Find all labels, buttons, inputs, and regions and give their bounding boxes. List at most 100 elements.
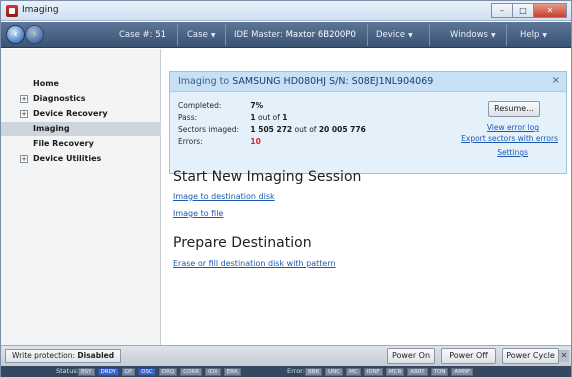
register-error-idnf: IDNF	[363, 368, 383, 376]
write-protection-value: Disabled	[77, 351, 115, 360]
register-error-ton: TON	[430, 368, 449, 376]
write-protection-label: Write protection:	[12, 351, 76, 360]
register-error-mcr: MCR	[385, 368, 405, 376]
sidebar-item-label: File Recovery	[33, 139, 94, 148]
register-error-abrt: ABRT	[407, 368, 428, 376]
case-number-label: Case #:	[119, 30, 153, 40]
window-title: Imaging	[22, 5, 59, 15]
chevron-down-icon: ▼	[490, 32, 496, 39]
sidebar-item-imaging[interactable]: Imaging	[1, 122, 161, 136]
case-menu-label: Case	[187, 30, 208, 40]
forward-arrow-icon[interactable]: ›	[25, 25, 44, 44]
main-content: Imaging to SAMSUNG HD080HJ S/N: S08EJ1NL…	[162, 49, 571, 345]
status-title-device: SAMSUNG HD080HJ S/N: S08EJ1NL904069	[232, 76, 434, 87]
expand-icon[interactable]: +	[20, 155, 28, 163]
register-status-drq: DRQ	[158, 368, 178, 376]
prepare-destination-title: Prepare Destination	[173, 235, 312, 251]
close-icon[interactable]: ×	[552, 75, 560, 86]
image-to-file-link[interactable]: Image to file	[173, 209, 223, 218]
write-protection-status: Write protection: Disabled	[5, 349, 122, 363]
case-menu[interactable]: Case ▼	[187, 30, 215, 40]
stat-sectors: Sectors imaged: 1 505 272 out of 20 005 …	[178, 125, 366, 134]
pass-current: 1	[250, 113, 256, 122]
sidebar-item-label: Device Utilities	[33, 154, 102, 163]
sidebar-item-label: Imaging	[33, 124, 70, 133]
device-menu[interactable]: Device ▼	[376, 30, 413, 40]
erase-fill-link[interactable]: Erase or fill destination disk with patt…	[173, 259, 336, 268]
sectors-total: 20 005 776	[318, 125, 366, 134]
windows-menu-label: Windows	[450, 30, 488, 40]
pass-mid: out of	[258, 113, 280, 122]
toolbar: ‹ › Case #: 51 Case ▼ IDE Master: Maxtor …	[1, 22, 571, 48]
window-controls: – □ ✕	[491, 3, 567, 18]
stat-label: Pass:	[178, 113, 198, 122]
ide-master-label: IDE Master:	[234, 30, 283, 40]
power-off-button[interactable]: Power Off	[441, 348, 496, 364]
sidebar-item-diagnostics[interactable]: + Diagnostics	[1, 92, 161, 106]
stat-errors: Errors: 10	[178, 137, 261, 146]
expand-icon[interactable]: +	[20, 95, 28, 103]
status-register-label: Status:	[56, 367, 79, 375]
case-number-value: 51	[155, 30, 167, 40]
close-icon[interactable]: ✕	[559, 350, 569, 362]
register-status-df: DF	[121, 368, 136, 376]
ide-master: IDE Master: Maxtor 6B200P0	[234, 30, 356, 40]
title-bar: Imaging – □ ✕	[1, 1, 571, 21]
export-sectors-link[interactable]: Export sectors with errors	[461, 134, 558, 143]
chevron-down-icon: ▼	[542, 32, 548, 39]
register-status-corr: CORR	[180, 368, 203, 376]
bottom-bar: Write protection: Disabled Power On Powe…	[1, 345, 571, 366]
register-error-unc: UNC	[325, 368, 344, 376]
stat-pass: Pass: 1 out of 1	[178, 113, 288, 122]
register-status-bsy: BSY	[78, 368, 95, 376]
status-title-prefix: Imaging to	[178, 76, 230, 87]
register-error-mc: MC	[346, 368, 361, 376]
windows-menu[interactable]: Windows ▼	[450, 30, 496, 40]
sidebar-item-label: Home	[33, 79, 59, 88]
sidebar: Home + Diagnostics + Device Recovery Ima…	[1, 49, 161, 345]
sidebar-item-home[interactable]: Home	[1, 77, 161, 91]
minimize-button[interactable]: –	[491, 3, 513, 18]
help-menu-label: Help	[520, 30, 540, 40]
sidebar-item-file-recovery[interactable]: File Recovery	[1, 137, 161, 151]
resume-button[interactable]: Resume...	[488, 101, 540, 117]
register-error-bbk: BBK	[305, 368, 323, 376]
help-menu[interactable]: Help ▼	[520, 30, 547, 40]
sectors-done: 1 505 272	[250, 125, 293, 134]
register-status-dsc: DSC	[138, 368, 156, 376]
start-session-title: Start New Imaging Session	[173, 169, 362, 185]
power-cycle-button[interactable]: Power Cycle	[502, 348, 559, 364]
image-to-disk-link[interactable]: Image to destination disk	[173, 192, 275, 201]
app-icon	[6, 5, 18, 17]
error-register-label: Error:	[287, 367, 305, 375]
errors-value: 10	[250, 137, 261, 146]
stat-completed: Completed: 7%	[178, 101, 263, 110]
ide-master-value: Maxtor 6B200P0	[285, 30, 356, 40]
sidebar-item-label: Device Recovery	[33, 109, 108, 118]
chevron-down-icon: ▼	[408, 32, 413, 39]
sectors-mid: out of	[294, 125, 317, 134]
close-button[interactable]: ✕	[533, 3, 567, 18]
settings-link[interactable]: Settings	[497, 148, 528, 157]
sidebar-item-label: Diagnostics	[33, 94, 86, 103]
register-error-amnf: AMNF	[451, 368, 474, 376]
imaging-status-panel: Imaging to SAMSUNG HD080HJ S/N: S08EJ1NL…	[169, 71, 567, 174]
chevron-down-icon: ▼	[210, 32, 216, 39]
case-number: Case #: 51	[119, 30, 166, 40]
maximize-button[interactable]: □	[512, 3, 534, 18]
pass-total: 1	[282, 113, 288, 122]
view-error-log-link[interactable]: View error log	[487, 123, 539, 132]
expand-icon[interactable]: +	[20, 110, 28, 118]
sidebar-item-device-utilities[interactable]: + Device Utilities	[1, 152, 161, 166]
sidebar-item-device-recovery[interactable]: + Device Recovery	[1, 107, 161, 121]
register-status-strip: Status: Error: BSY DRDY DF DSC DRQ CORR IDX ERR…	[1, 366, 571, 377]
register-status-idx: IDX	[205, 368, 221, 376]
back-arrow-icon[interactable]: ‹	[6, 25, 25, 44]
device-menu-label: Device	[376, 30, 406, 40]
stat-label: Errors:	[178, 137, 203, 146]
power-on-button[interactable]: Power On	[387, 348, 435, 364]
imaging-window: Imaging – □ ✕ ‹ › Case #: 51 Case ▼ IDE M…	[0, 0, 572, 377]
status-panel-header: Imaging to SAMSUNG HD080HJ S/N: S08EJ1NL…	[170, 72, 566, 92]
stat-label: Sectors imaged:	[178, 125, 240, 134]
register-status-drdy: DRDY	[97, 368, 119, 376]
